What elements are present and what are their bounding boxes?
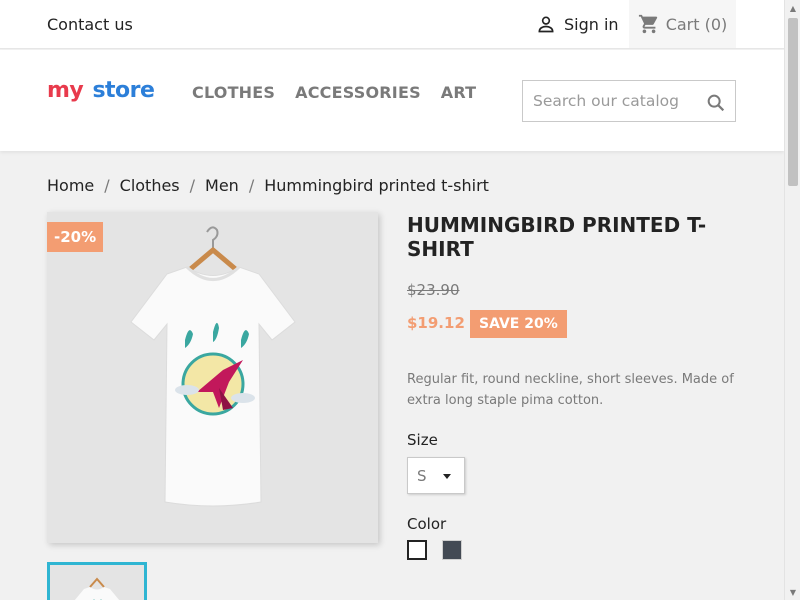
regular-price: $23.90 (407, 281, 460, 299)
tshirt-image (130, 226, 296, 507)
cart-icon (638, 14, 657, 34)
breadcrumb-separator: / (248, 176, 255, 195)
main-nav: CLOTHES ACCESSORIES ART (192, 83, 476, 102)
caret-down-icon (443, 474, 451, 479)
size-value: S (417, 467, 427, 485)
search-input[interactable] (533, 90, 703, 112)
contact-link[interactable]: Contact us (47, 15, 133, 34)
search-box (522, 80, 736, 122)
breadcrumb-separator: / (189, 176, 196, 195)
current-price: $19.12 (407, 314, 465, 332)
user-icon (538, 16, 554, 33)
size-label: Size (407, 431, 438, 449)
nav-accessories[interactable]: ACCESSORIES (295, 83, 421, 102)
color-label: Color (407, 515, 447, 533)
breadcrumb-home[interactable]: Home (47, 176, 94, 195)
page-scrollbar[interactable]: ▲ ▼ (784, 0, 800, 600)
search-icon[interactable] (705, 92, 727, 114)
product-thumbnail[interactable] (47, 562, 147, 600)
breadcrumb-clothes[interactable]: Clothes (120, 176, 180, 195)
breadcrumb-men[interactable]: Men (205, 176, 239, 195)
size-select[interactable]: S (407, 457, 465, 494)
save-badge: SAVE 20% (470, 310, 567, 338)
product-image[interactable]: -20% (47, 212, 378, 543)
scrollbar-thumb[interactable] (788, 18, 798, 186)
breadcrumb: Home / Clothes / Men / Hummingbird print… (47, 176, 489, 195)
top-bar: Contact us Sign in Cart (0) (0, 0, 784, 49)
breadcrumb-current: Hummingbird printed t-shirt (264, 176, 489, 195)
nav-clothes[interactable]: CLOTHES (192, 83, 275, 102)
store-logo[interactable]: my store (47, 78, 155, 103)
tshirt-thumbnail-image (74, 577, 120, 600)
sign-in-label: Sign in (564, 14, 619, 34)
product-description: Regular fit, round neckline, short sleev… (407, 372, 734, 408)
scroll-up-arrow-icon[interactable]: ▲ (785, 0, 800, 16)
logo-word-store: store (92, 78, 155, 103)
discount-badge: -20% (47, 222, 104, 252)
logo-word-my: my (47, 78, 84, 103)
color-swatch-grey[interactable] (442, 540, 462, 560)
cart-label: Cart (0) (665, 14, 728, 34)
scroll-down-arrow-icon[interactable]: ▼ (785, 584, 800, 600)
site-header: my store CLOTHES ACCESSORIES ART (0, 50, 784, 151)
nav-art[interactable]: ART (441, 83, 477, 102)
color-swatch-white[interactable] (407, 540, 427, 560)
breadcrumb-separator: / (104, 176, 110, 195)
product-title: HUMMINGBIRD PRINTED T-SHIRT (407, 213, 707, 261)
sign-in-link[interactable]: Sign in (536, 14, 619, 34)
cart-button[interactable]: Cart (0) (629, 0, 736, 48)
